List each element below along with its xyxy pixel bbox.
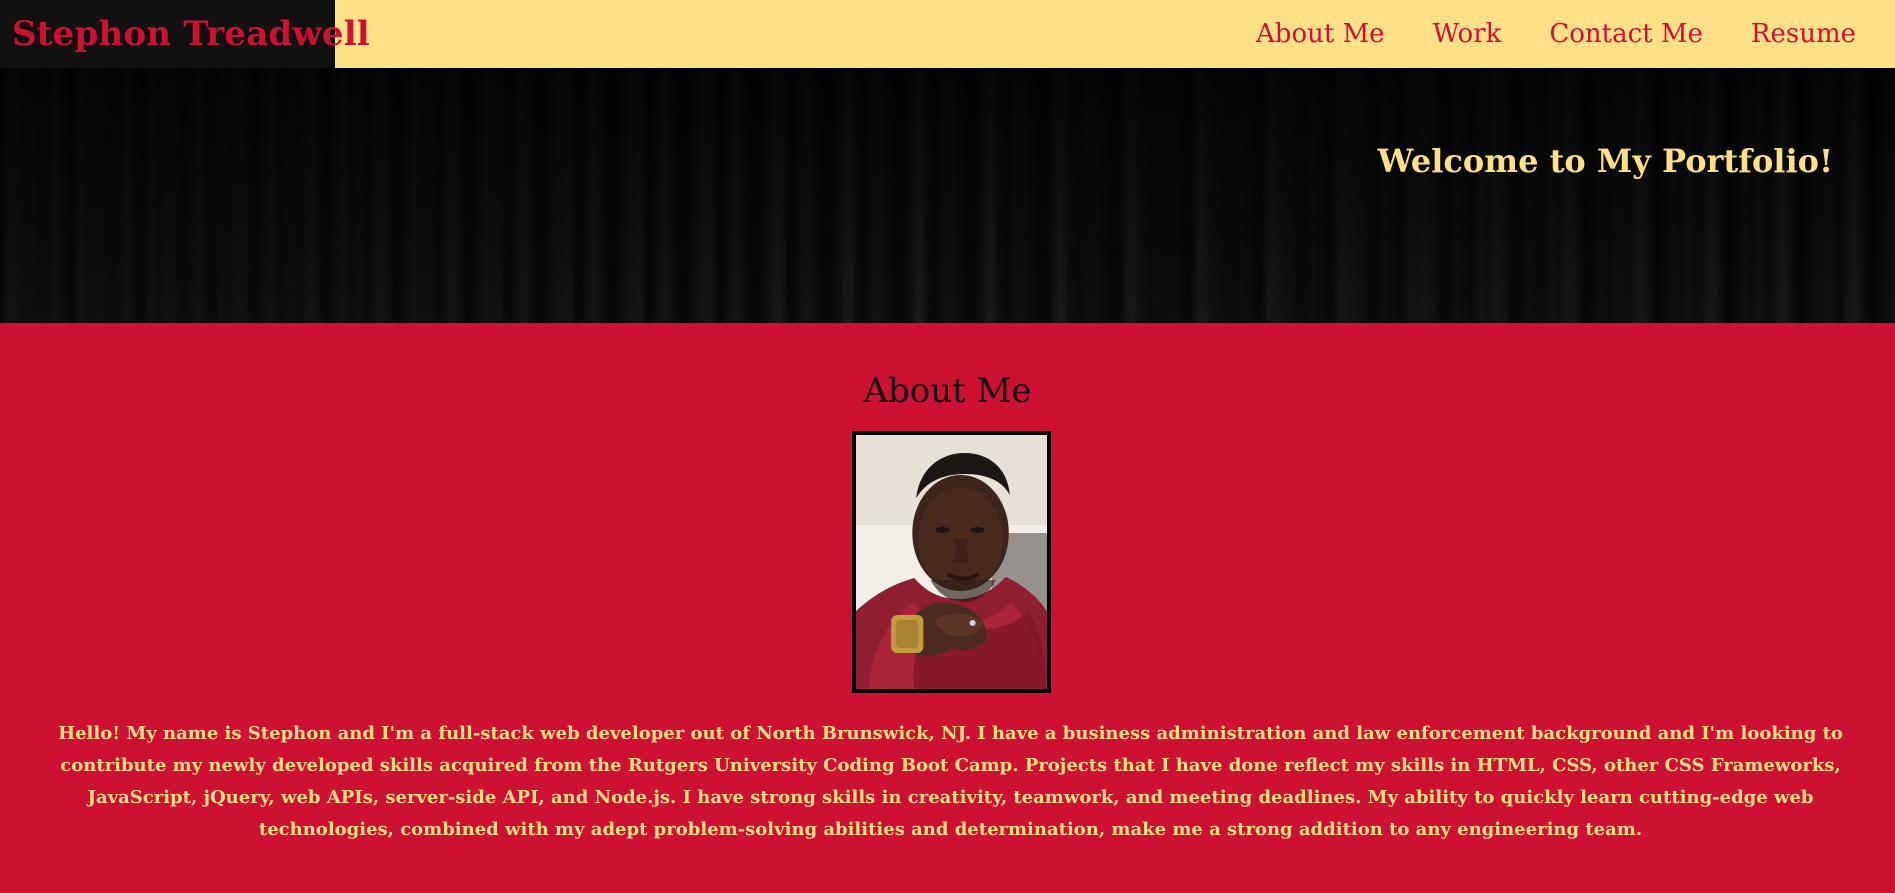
- about-heading: About Me: [863, 371, 1032, 411]
- top-navigation-bar: Stephon Treadwell About Me Work Contact …: [0, 0, 1895, 68]
- hero-banner: Welcome to My Portfolio!: [0, 68, 1895, 323]
- about-bio: Hello! My name is Stephon and I'm a full…: [58, 723, 1843, 840]
- nav-link-about-me[interactable]: About Me: [1256, 19, 1385, 49]
- about-section: About Me Hello! My name is Stephon and I…: [0, 323, 1895, 893]
- brand-logo[interactable]: Stephon Treadwell: [0, 0, 370, 68]
- main-navigation: About Me Work Contact Me Resume: [1256, 0, 1895, 68]
- nav-link-work[interactable]: Work: [1433, 19, 1502, 49]
- profile-portrait-illustration: [856, 435, 1047, 689]
- nav-link-resume[interactable]: Resume: [1751, 19, 1856, 49]
- nav-link-contact-me[interactable]: Contact Me: [1549, 19, 1703, 49]
- profile-photo-frame: [852, 431, 1051, 693]
- brand-name[interactable]: Stephon Treadwell: [12, 14, 370, 54]
- hero-title: Welcome to My Portfolio!: [1377, 142, 1833, 180]
- profile-photo: [856, 435, 1047, 689]
